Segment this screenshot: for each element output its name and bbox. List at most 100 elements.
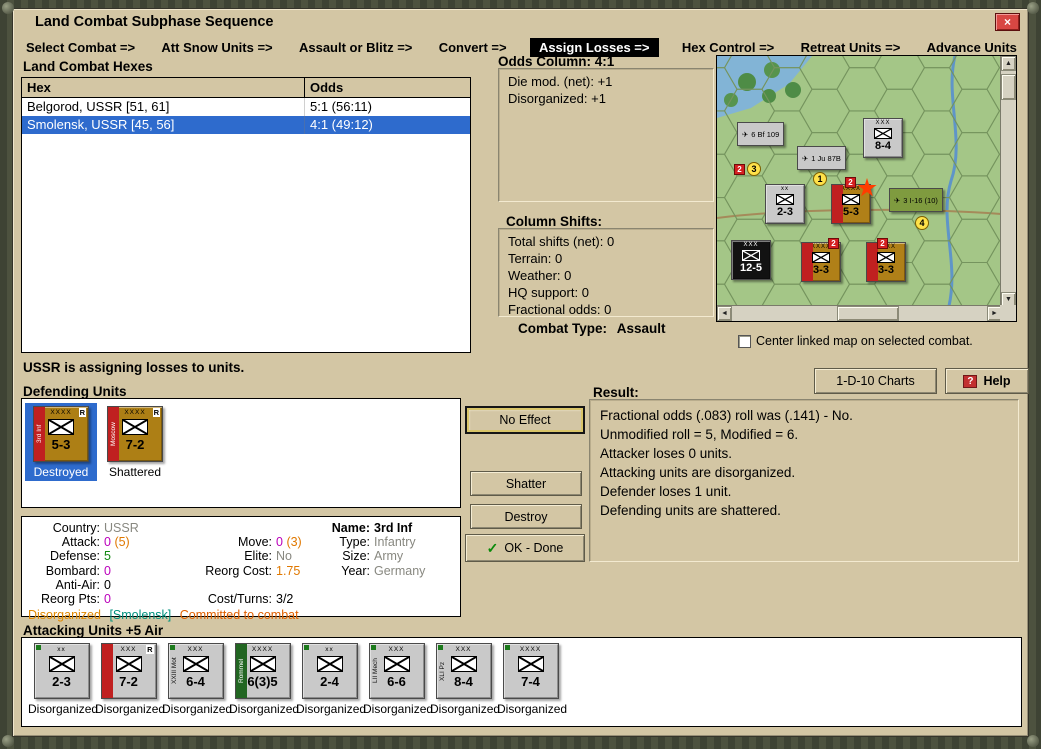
unit-name-strip xyxy=(101,644,113,698)
map-unit-counter[interactable]: XXX 8-4 xyxy=(863,118,903,158)
unit-status: Disorganized xyxy=(95,702,166,716)
defending-unit[interactable]: Moscow R XXXX 7-2 Shattered xyxy=(99,403,171,481)
unit-counter: XLI Pz XXX 8-4 xyxy=(435,643,492,699)
shatter-button[interactable]: Shatter xyxy=(470,471,582,496)
infantry-symbol-icon xyxy=(517,656,544,672)
attacking-unit[interactable]: XXXX 7-4 Disorganized xyxy=(497,643,567,716)
attacking-unit[interactable]: xx 2-4 Disorganized xyxy=(296,643,366,716)
move-value: 0 xyxy=(276,535,283,550)
infantry-symbol-icon xyxy=(182,656,209,672)
unit-name-strip: Moscow xyxy=(108,407,119,461)
unit-counter: xx 2-4 xyxy=(301,643,358,699)
phase-tab[interactable]: Assault or Blitz => xyxy=(296,38,415,57)
unit-size-marking: xx xyxy=(325,646,334,653)
attacking-unit[interactable]: xx 2-3 Disorganized xyxy=(28,643,98,716)
table-row[interactable]: Belgorod, USSR [51, 61] 5:1 (56:11) xyxy=(22,98,470,116)
plane-icon: ✈ xyxy=(894,195,901,205)
elite-value: No xyxy=(276,549,292,564)
combat-badge: 2 xyxy=(877,238,888,249)
reserve-badge: R xyxy=(146,645,154,654)
unit-counter: XXXX 7-4 xyxy=(502,643,559,699)
reorg-marker-icon xyxy=(35,645,41,650)
type-value: Infantry xyxy=(374,535,416,550)
attacking-units-panel: xx 2-3 Disorganized R XXX 7-2 Disorganiz… xyxy=(21,637,1022,727)
attacking-unit[interactable]: XLI Pz XXX 8-4 Disorganized xyxy=(430,643,500,716)
reserve-badge: R xyxy=(78,408,86,417)
map-air-counter[interactable]: ✈ 1 Ju 87B xyxy=(797,146,846,170)
phase-tab[interactable]: Att Snow Units => xyxy=(158,38,275,57)
no-effect-button[interactable]: No Effect xyxy=(465,406,585,434)
map-vertical-scrollbar[interactable]: ▲ ▼ xyxy=(1000,56,1016,307)
scroll-up-button[interactable]: ▲ xyxy=(1001,56,1016,71)
help-button[interactable]: ? Help xyxy=(945,368,1029,394)
unit-detail-panel: Country: USSR Name: 3rd Inf Attack: 0 (5… xyxy=(21,516,461,622)
size-label: Size: xyxy=(342,549,370,564)
attack-value: 0 xyxy=(104,535,111,550)
dialog-title: Land Combat Subphase Sequence xyxy=(35,14,274,30)
infantry-symbol-icon xyxy=(316,656,343,672)
cell-hex: Belgorod, USSR [51, 61] xyxy=(22,98,305,116)
center-map-checkbox[interactable] xyxy=(738,334,751,348)
charts-button[interactable]: 1-D-10 Charts xyxy=(814,368,937,394)
unit-name-strip: LII Mech xyxy=(371,658,379,684)
table-row[interactable]: Smolensk, USSR [45, 56] 4:1 (49:12) xyxy=(22,116,470,134)
reorg-cost-label: Reorg Cost: xyxy=(205,563,272,578)
turn-badge: 1 xyxy=(813,172,827,186)
defense-value: 5 xyxy=(104,549,111,564)
reorg-pts-value: 0 xyxy=(104,592,111,607)
help-icon: ? xyxy=(963,374,978,388)
column-shifts-heading: Column Shifts: xyxy=(506,214,602,229)
horizontal-scroll-thumb[interactable] xyxy=(837,306,899,321)
scroll-left-button[interactable]: ◄ xyxy=(717,306,732,321)
status-hex: [Smolensk] xyxy=(109,608,172,623)
unit-strength: 12-5 xyxy=(739,262,763,274)
move-label: Move: xyxy=(237,535,272,550)
phase-tab[interactable]: Select Combat => xyxy=(23,38,138,57)
attacking-unit[interactable]: XXIII Mot XXX 6-4 Disorganized xyxy=(162,643,232,716)
phase-tab[interactable]: Hex Control => xyxy=(679,38,777,57)
vertical-scroll-thumb[interactable] xyxy=(1001,74,1016,100)
combat-hexes-heading: Land Combat Hexes xyxy=(23,59,153,74)
plane-icon: ✈ xyxy=(802,153,809,163)
unit-strength: 2-4 xyxy=(320,674,339,689)
reserve-badge: R xyxy=(152,408,160,417)
unit-counter: Rommel XXXX 6(3)5 xyxy=(234,643,291,699)
cell-odds: 4:1 (49:12) xyxy=(310,117,373,132)
reorg-cost-value: 1.75 xyxy=(276,563,301,578)
attacking-unit[interactable]: Rommel XXXX 6(3)5 Disorganized xyxy=(229,643,299,716)
attacking-unit[interactable]: LII Mech XXX 6-6 Disorganized xyxy=(363,643,434,716)
shatter-label: Shatter xyxy=(505,476,547,491)
infantry-symbol-icon xyxy=(48,419,74,435)
infantry-symbol-icon xyxy=(842,194,860,205)
shift-line: Total shifts (net): 0 xyxy=(508,234,615,249)
assigning-text: USSR is assigning losses to units. xyxy=(23,360,245,375)
infantry-symbol-icon xyxy=(122,419,148,435)
map-unit-counter[interactable]: xx 2-3 xyxy=(765,184,805,224)
result-heading: Result: xyxy=(593,385,639,400)
map-unit-counter[interactable]: XXX 12-5 xyxy=(731,240,771,280)
map-air-counter[interactable]: ✈ 3 I-16 (10) xyxy=(889,188,943,212)
cell-odds: 5:1 (56:11) xyxy=(310,99,372,114)
anti-air-label: Anti-Air: xyxy=(55,577,100,592)
destroy-button[interactable]: Destroy xyxy=(470,504,582,529)
unit-counter: R XXX 7-2 xyxy=(100,643,157,699)
defending-unit[interactable]: 3rd Inf R XXXX 5-3 Destroyed xyxy=(25,403,97,481)
elite-label: Elite: xyxy=(244,549,272,564)
map-air-counter[interactable]: ✈ 6 Bf 109 xyxy=(737,122,785,146)
table-body: Belgorod, USSR [51, 61] 5:1 (56:11) Smol… xyxy=(22,98,470,134)
air-unit-label: 6 Bf 109 xyxy=(751,129,780,139)
phase-tab[interactable]: Advance Units xyxy=(924,38,1020,57)
unit-status: Disorganized xyxy=(363,702,434,716)
map-horizontal-scrollbar[interactable]: ◄ ► xyxy=(717,305,1002,321)
result-line: Defender loses 1 unit. xyxy=(600,484,732,499)
country-label: Country: xyxy=(52,521,100,535)
result-line: Attacker loses 0 units. xyxy=(600,446,733,461)
map-unit-counter[interactable]: XXXX 5-3 xyxy=(831,178,877,224)
table-header: Hex Odds xyxy=(22,78,470,98)
ok-done-button[interactable]: ✓ OK - Done xyxy=(465,534,585,562)
attacking-unit[interactable]: R XXX 7-2 Disorganized xyxy=(95,643,166,716)
map-viewport[interactable]: XXX 8-4 xx 2-3 XXXX 5-3 XXX 12-5 XXXX 3-… xyxy=(717,56,1001,306)
phase-tab[interactable]: Retreat Units => xyxy=(798,38,904,57)
close-button[interactable]: × xyxy=(995,13,1020,31)
scrollbar-corner xyxy=(1000,305,1016,321)
